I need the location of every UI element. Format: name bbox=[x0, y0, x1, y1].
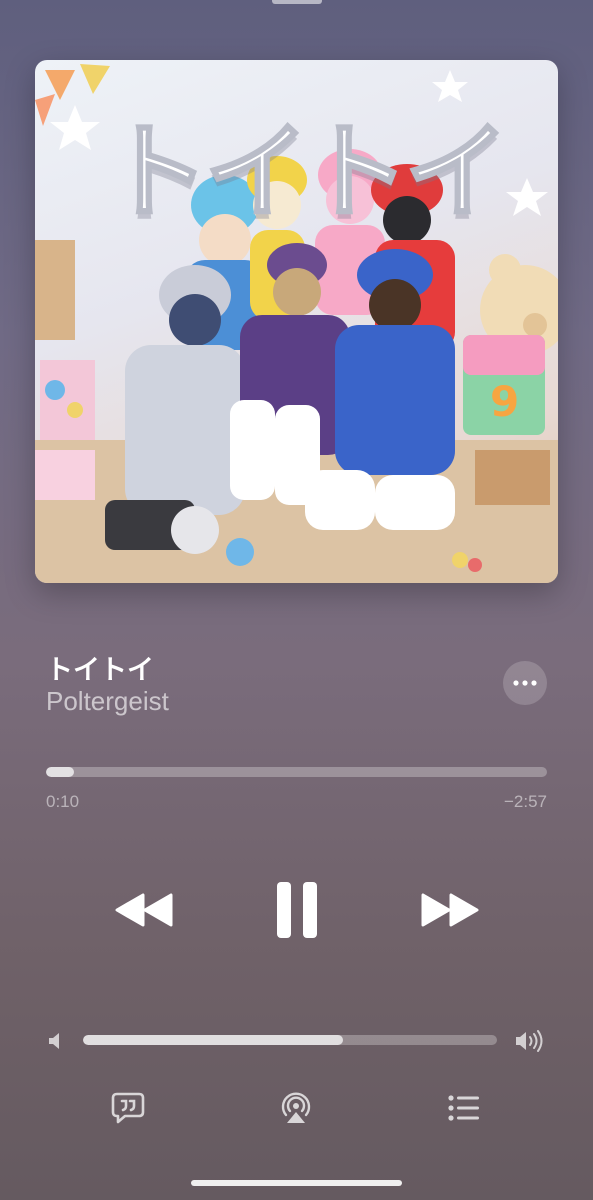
queue-button[interactable] bbox=[444, 1088, 484, 1128]
elapsed-time: 0:10 bbox=[46, 792, 80, 811]
speaker-low-icon bbox=[49, 1033, 59, 1049]
fast-forward-icon bbox=[421, 893, 479, 927]
speaker-high-icon bbox=[516, 1030, 543, 1052]
airplay-icon bbox=[281, 1092, 311, 1123]
remaining-time: −2:57 bbox=[503, 792, 547, 811]
queue-list-icon bbox=[448, 1095, 479, 1121]
album-artwork: 9 トイトイ bbox=[35, 60, 558, 583]
more-options-button[interactable] bbox=[503, 661, 547, 705]
rewind-button[interactable] bbox=[108, 885, 180, 935]
ellipsis-icon bbox=[513, 680, 537, 686]
dice-number: 9 bbox=[490, 377, 519, 426]
volume-level-fill bbox=[83, 1035, 343, 1045]
pause-button[interactable] bbox=[266, 875, 328, 945]
pause-icon bbox=[277, 882, 317, 938]
rewind-icon bbox=[115, 893, 173, 927]
volume-slider[interactable] bbox=[83, 1035, 497, 1045]
playback-progress-fill bbox=[46, 767, 74, 777]
lyrics-button[interactable] bbox=[108, 1088, 148, 1128]
home-indicator[interactable] bbox=[191, 1180, 402, 1186]
artwork-title-text: トイトイ bbox=[103, 111, 510, 233]
lyrics-bubble-icon bbox=[111, 1092, 145, 1124]
playback-scrubber[interactable] bbox=[46, 767, 547, 777]
fast-forward-button[interactable] bbox=[414, 885, 486, 935]
track-title: トイトイ bbox=[46, 655, 154, 686]
sheet-grabber[interactable] bbox=[272, 0, 322, 4]
airplay-button[interactable] bbox=[276, 1088, 316, 1128]
track-artist[interactable]: Poltergeist bbox=[46, 686, 169, 717]
